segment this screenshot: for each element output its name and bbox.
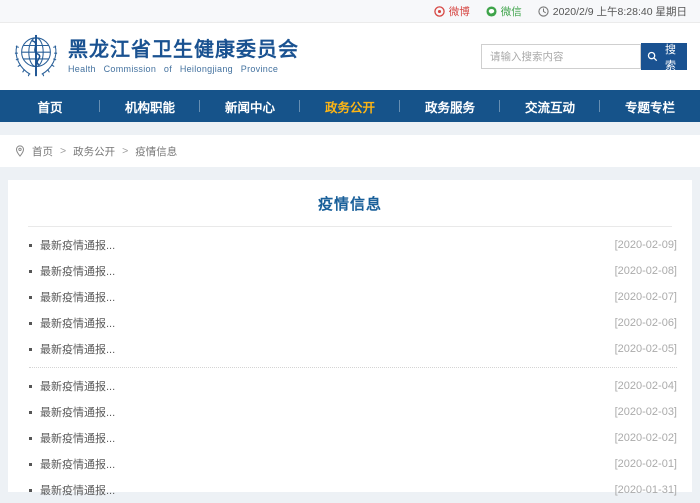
bullet-icon xyxy=(29,462,32,466)
breadcrumb-gov-affairs[interactable]: 政务公开 xyxy=(73,144,115,159)
nav-item-news-center[interactable]: 新闻中心 xyxy=(200,90,300,122)
list-item: 最新疫情通报... [2020-02-05] xyxy=(29,336,677,362)
wechat-link[interactable]: 微信 xyxy=(486,4,522,19)
list-item: 最新疫情通报... [2020-02-09] xyxy=(29,232,677,258)
search-bar: 搜索 xyxy=(481,43,687,72)
breadcrumb: 首页 > 政务公开 > 疫情信息 xyxy=(0,135,700,167)
nav-item-interaction[interactable]: 交流互动 xyxy=(500,90,600,122)
breadcrumb-home[interactable]: 首页 xyxy=(32,144,53,159)
main-nav: 首页 机构职能 新闻中心 政务公开 政务服务 交流互动 专题专栏 xyxy=(0,90,700,122)
nav-item-home[interactable]: 首页 xyxy=(0,90,100,122)
list-item-date: [2020-02-02] xyxy=(614,432,677,444)
site-title-block: 黑龙江省卫生健康委员会 Health Commission of Heilong… xyxy=(68,39,299,74)
wechat-icon xyxy=(486,5,497,17)
list-item: 最新疫情通报... [2020-02-08] xyxy=(29,258,677,284)
search-button[interactable]: 搜索 xyxy=(641,43,687,72)
breadcrumb-separator: > xyxy=(60,145,67,157)
page-title: 疫情信息 xyxy=(317,196,382,213)
list-item-link[interactable]: 最新疫情通报... xyxy=(40,341,115,357)
weibo-icon xyxy=(434,5,445,17)
list-item-link[interactable]: 最新疫情通报... xyxy=(40,404,115,420)
list-item-link[interactable]: 最新疫情通报... xyxy=(40,430,115,446)
nav-item-special-topics[interactable]: 专题专栏 xyxy=(600,90,700,122)
list-item: 最新疫情通报... [2020-02-02] xyxy=(29,425,677,451)
bullet-icon xyxy=(29,384,32,388)
epidemic-news-list: 最新疫情通报... [2020-02-09] 最新疫情通报... [2020-0… xyxy=(8,227,692,503)
list-item-date: [2020-02-07] xyxy=(614,291,677,303)
list-item-link[interactable]: 最新疫情通报... xyxy=(40,237,115,253)
list-item: 最新疫情通报... [2020-02-04] xyxy=(29,373,677,399)
list-item-date: [2020-02-01] xyxy=(614,458,677,470)
nav-item-gov-affairs[interactable]: 政务公开 xyxy=(300,90,400,122)
site-header: 黑龙江省卫生健康委员会 Health Commission of Heilong… xyxy=(0,23,700,90)
clock-icon xyxy=(538,5,549,17)
dotted-divider xyxy=(29,367,677,368)
who-emblem-icon xyxy=(13,32,59,82)
list-item: 最新疫情通报... [2020-02-07] xyxy=(29,284,677,310)
list-item-link[interactable]: 最新疫情通报... xyxy=(40,482,115,498)
list-item-link[interactable]: 最新疫情通报... xyxy=(40,263,115,279)
breadcrumb-current: 疫情信息 xyxy=(135,145,178,158)
bullet-icon xyxy=(29,295,32,299)
bullet-icon xyxy=(29,321,32,325)
search-button-label: 搜索 xyxy=(665,43,676,72)
search-input[interactable] xyxy=(481,44,641,69)
list-item: 最新疫情通报... [2020-02-03] xyxy=(29,399,677,425)
list-item-date: [2020-02-08] xyxy=(614,265,677,277)
bullet-icon xyxy=(29,347,32,351)
list-item-date: [2020-02-06] xyxy=(614,317,677,329)
bullet-icon xyxy=(29,243,32,247)
list-item-link[interactable]: 最新疫情通报... xyxy=(40,289,115,305)
list-item-date: [2020-02-03] xyxy=(614,406,677,418)
list-item-link[interactable]: 最新疫情通报... xyxy=(40,315,115,331)
weibo-link[interactable]: 微博 xyxy=(434,4,470,19)
bullet-icon xyxy=(29,269,32,273)
bullet-icon xyxy=(29,410,32,414)
site-logo[interactable]: 黑龙江省卫生健康委员会 Health Commission of Heilong… xyxy=(13,32,299,82)
nav-item-functions[interactable]: 机构职能 xyxy=(100,90,200,122)
list-item: 最新疫情通报... [2020-02-06] xyxy=(29,310,677,336)
content-panel: 疫情信息 最新疫情通报... [2020-02-09] 最新疫情通报... [2… xyxy=(8,180,692,497)
bullet-icon xyxy=(29,436,32,440)
site-subtitle: Health Commission of Heilongjiang Provin… xyxy=(68,64,279,74)
list-item: 最新疫情通报... [2020-02-01] xyxy=(29,451,677,477)
top-utility-bar: 微博 微信 2020/2/9 上午8:28:40 星期日 xyxy=(0,0,700,23)
breadcrumb-separator: > xyxy=(122,145,129,157)
list-item-link[interactable]: 最新疫情通报... xyxy=(40,456,115,472)
list-item: 最新疫情通报... [2020-01-31] xyxy=(29,477,677,503)
datetime-text: 2020/2/9 上午8:28:40 星期日 xyxy=(552,5,687,18)
datetime-display: 2020/2/9 上午8:28:40 星期日 xyxy=(538,4,687,19)
search-icon xyxy=(647,51,658,62)
list-item-date: [2020-02-09] xyxy=(614,239,677,251)
list-item-link[interactable]: 最新疫情通报... xyxy=(40,378,115,394)
wechat-label: 微信 xyxy=(500,5,522,18)
nav-item-gov-services[interactable]: 政务服务 xyxy=(400,90,500,122)
list-item-date: [2020-01-31] xyxy=(614,484,677,496)
location-pin-icon xyxy=(15,145,25,157)
list-item-date: [2020-02-04] xyxy=(614,380,677,392)
weibo-label: 微博 xyxy=(448,5,470,18)
site-title: 黑龙江省卫生健康委员会 xyxy=(68,39,299,61)
bullet-icon xyxy=(29,488,32,492)
list-item-date: [2020-02-05] xyxy=(614,343,677,355)
